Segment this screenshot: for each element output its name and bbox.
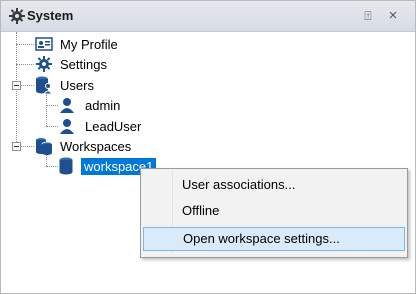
tree-item-label: Users <box>60 77 94 93</box>
close-icon[interactable]: × <box>385 8 401 24</box>
gear-icon <box>36 56 52 72</box>
users-database-icon <box>36 76 53 95</box>
workspaces-database-icon <box>36 138 53 155</box>
tree-item-my-profile[interactable]: My Profile <box>35 34 118 54</box>
context-menu: User associations... Offline Open worksp… <box>140 168 408 258</box>
tree-item-leaduser[interactable]: LeadUser <box>58 116 141 136</box>
tree-line <box>21 85 34 86</box>
workspaces-collapse-toggle[interactable] <box>12 142 21 151</box>
tree-item-workspaces[interactable]: Workspaces <box>35 136 131 156</box>
tree-item-label: admin <box>85 97 121 113</box>
tree-line <box>46 126 58 127</box>
gear-icon <box>9 8 25 24</box>
tree-line <box>16 64 34 65</box>
tree-line <box>46 166 58 167</box>
pin-icon[interactable]: ⍐ <box>360 8 376 24</box>
profile-card-icon <box>35 37 53 51</box>
tree-item-users[interactable]: Users <box>35 75 94 95</box>
tree-item-admin[interactable]: admin <box>58 95 120 115</box>
tree-line <box>46 94 47 126</box>
tree-line <box>21 146 34 147</box>
tree-item-label: LeadUser <box>85 118 142 134</box>
menu-item-open-workspace-settings[interactable]: Open workspace settings... <box>143 227 405 251</box>
tree-item-label: Settings <box>60 56 107 72</box>
panel-title: System <box>27 8 74 23</box>
tree-line <box>16 44 34 45</box>
menu-item-user-associations[interactable]: User associations... <box>143 173 405 197</box>
tree-line <box>46 105 58 106</box>
menu-item-offline[interactable]: Offline <box>143 199 405 223</box>
tree-item-label: Workspaces <box>60 138 132 154</box>
database-icon <box>59 157 73 175</box>
users-collapse-toggle[interactable] <box>12 81 21 90</box>
tree-item-label: My Profile <box>60 36 118 52</box>
panel-titlebar: System ⍐ × <box>1 1 415 32</box>
tree-item-settings[interactable]: Settings <box>35 54 107 74</box>
user-icon <box>60 119 74 134</box>
user-icon <box>60 98 74 113</box>
